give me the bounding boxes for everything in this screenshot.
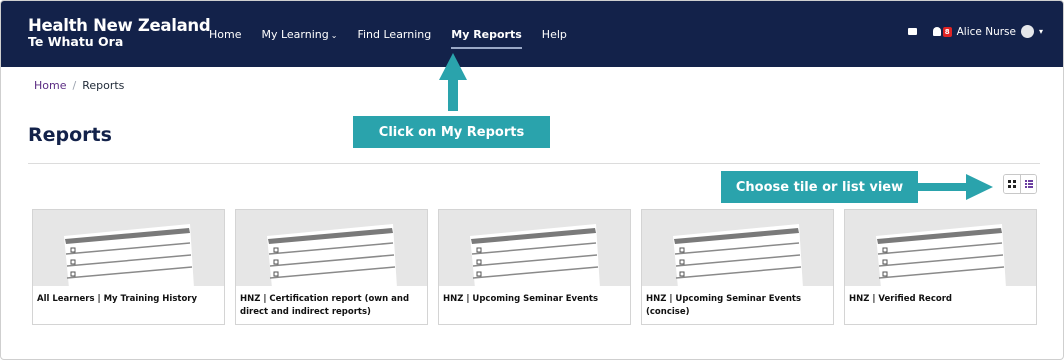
report-thumbnail [236,210,427,286]
arrow-up-icon [439,53,467,111]
tile-view-button[interactable] [1004,175,1020,193]
report-tile-all-learners[interactable]: All Learners | My Training History [32,209,225,325]
report-thumbnail [33,210,224,286]
list-view-button[interactable] [1020,175,1036,193]
report-sheet-icon [470,224,600,286]
report-sheet-icon [673,224,803,286]
arrow-right-icon [918,174,993,200]
report-sheet-icon [876,224,1006,286]
report-thumbnail [845,210,1036,286]
list-icon [1024,180,1033,188]
report-tile-upcoming-seminar[interactable]: HNZ | Upcoming Seminar Events [438,209,631,325]
report-tile-certification[interactable]: HNZ | Certification report (own and dire… [235,209,428,325]
report-sheet-icon [267,224,397,286]
report-thumbnail [439,210,630,286]
grid-icon [1008,180,1016,188]
report-tile-label: HNZ | Upcoming Seminar Events (concise) [646,294,802,317]
callout-choose-view: Choose tile or list view [721,171,918,203]
report-tile-label: HNZ | Verified Record [849,294,952,304]
callout-click-my-reports: Click on My Reports [353,116,550,148]
report-tile-upcoming-seminar-concise[interactable]: HNZ | Upcoming Seminar Events (concise) [641,209,834,325]
report-tile-verified-record[interactable]: HNZ | Verified Record [844,209,1037,325]
report-tile-label: HNZ | Upcoming Seminar Events [443,294,599,304]
view-toggle [1003,174,1037,194]
report-sheet-icon [64,224,194,286]
report-thumbnail [642,210,833,286]
app-frame: Health New Zealand Te Whatu Ora Home My … [0,0,1064,360]
report-tile-label: HNZ | Certification report (own and dire… [240,294,410,317]
report-tile-label: All Learners | My Training History [37,294,198,304]
